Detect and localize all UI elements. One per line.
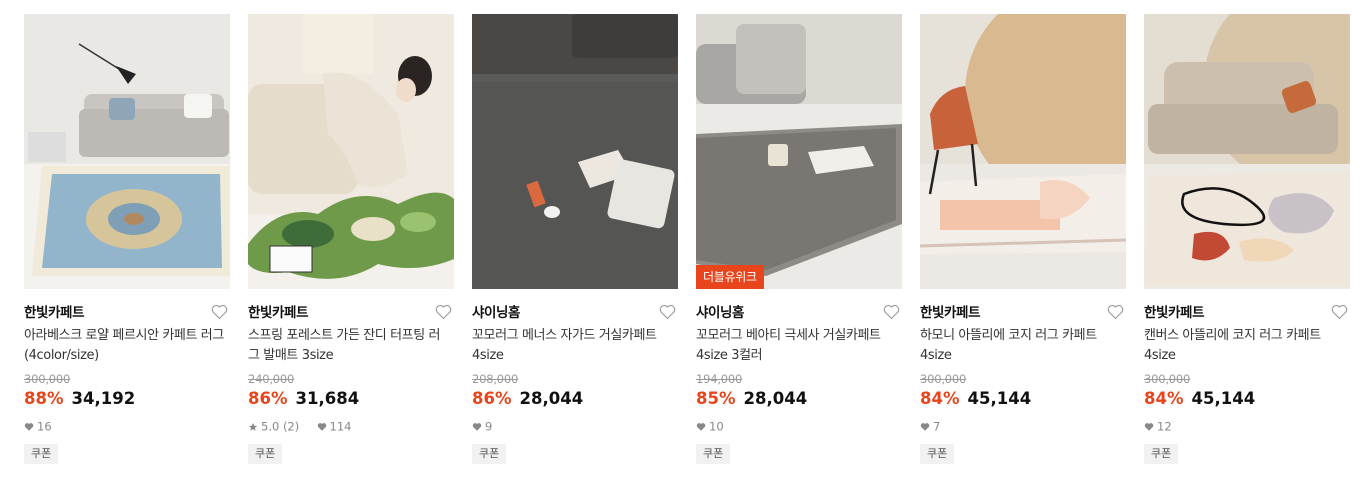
original-price: 194,000 (696, 372, 743, 386)
brand-row: 한빛카페트 (24, 302, 230, 324)
like-count: 12 (1157, 419, 1172, 434)
product-image[interactable] (24, 14, 230, 289)
product-card[interactable]: 더블유위크 샤이닝홈 꼬모러그 베아티 극세사 거실카페트 4size 3컬러 … (696, 14, 902, 484)
sale-price: 28,044 (519, 389, 584, 408)
heart-icon[interactable] (1107, 304, 1124, 320)
heart-filled-icon (696, 422, 706, 431)
original-price: 300,000 (920, 372, 967, 386)
meta-row: 9 (472, 419, 492, 434)
product-card[interactable]: 한빛카페트 하모니 아뜰리에 코지 러그 카페트 4size 300,000 8… (920, 14, 1126, 484)
original-price: 300,000 (24, 372, 71, 386)
discount-rate: 85% (696, 389, 736, 408)
sale-price: 45,144 (1191, 389, 1256, 408)
meta-row: 16 (24, 419, 52, 434)
brand-row: 한빛카페트 (248, 302, 454, 324)
price-row: 88% 34,192 (24, 388, 135, 410)
heart-icon[interactable] (211, 304, 228, 320)
product-title[interactable]: 꼬모러그 메너스 자가드 거실카페트 4size (472, 326, 672, 366)
coupon-tag: 쿠폰 (24, 444, 59, 464)
product-title[interactable]: 꼬모러그 베아티 극세사 거실카페트 4size 3컬러 (696, 326, 896, 366)
coupon-tag: 쿠폰 (920, 444, 955, 464)
brand-name[interactable]: 샤이닝홈 (472, 305, 520, 321)
heart-filled-icon (1144, 422, 1154, 431)
coupon-tag: 쿠폰 (248, 444, 283, 464)
sale-price: 34,192 (71, 389, 136, 408)
meta-row: 5.0 (2) 114 (248, 419, 352, 434)
product-card[interactable]: 한빛카페트 아라베스크 로얄 페르시안 카페트 러그 (4color/size)… (24, 14, 230, 484)
product-card[interactable]: 샤이닝홈 꼬모러그 메너스 자가드 거실카페트 4size 208,000 86… (472, 14, 678, 484)
meta-row: 10 (696, 419, 724, 434)
sale-price: 31,684 (295, 389, 360, 408)
meta-row: 12 (1144, 419, 1172, 434)
heart-icon[interactable] (659, 304, 676, 320)
product-title[interactable]: 스프링 포레스트 가든 잔디 터프팅 러그 발매트 3size (248, 326, 448, 366)
star-icon (248, 422, 258, 431)
discount-rate: 84% (1144, 389, 1184, 408)
heart-icon[interactable] (435, 304, 452, 320)
product-title[interactable]: 아라베스크 로얄 페르시안 카페트 러그 (4color/size) (24, 326, 224, 366)
promo-badge: 더블유위크 (696, 265, 764, 289)
discount-rate: 84% (920, 389, 960, 408)
heart-filled-icon (317, 422, 326, 431)
heart-icon[interactable] (883, 304, 900, 320)
like-count: 9 (485, 419, 493, 434)
heart-icon[interactable] (1331, 304, 1348, 320)
coupon-tag: 쿠폰 (1144, 444, 1179, 464)
pastel-rug-photo (920, 14, 1126, 289)
heart-filled-icon (24, 422, 34, 431)
price-row: 84% 45,144 (920, 388, 1031, 410)
heart-filled-icon (472, 422, 482, 431)
brand-row: 한빛카페트 (1144, 302, 1350, 324)
brand-name[interactable]: 한빛카페트 (24, 305, 85, 321)
canvas-rug-photo (1144, 14, 1350, 289)
original-price: 300,000 (1144, 372, 1191, 386)
brand-name[interactable]: 한빛카페트 (1144, 305, 1205, 321)
gray-rug-photo (472, 14, 678, 289)
garden-rug-photo (248, 14, 454, 289)
brand-row: 샤이닝홈 (696, 302, 902, 324)
product-image[interactable] (248, 14, 454, 289)
heart-filled-icon (920, 422, 930, 431)
product-image[interactable] (920, 14, 1126, 289)
price-row: 85% 28,044 (696, 388, 807, 410)
like-count: 114 (329, 419, 352, 434)
coupon-tag: 쿠폰 (472, 444, 507, 464)
product-image[interactable]: 더블유위크 (696, 14, 902, 289)
discount-rate: 86% (472, 389, 512, 408)
product-image[interactable] (472, 14, 678, 289)
brand-name[interactable]: 한빛카페트 (920, 305, 981, 321)
brand-name[interactable]: 한빛카페트 (248, 305, 309, 321)
original-price: 208,000 (472, 372, 519, 386)
sale-price: 45,144 (967, 389, 1032, 408)
brand-name[interactable]: 샤이닝홈 (696, 305, 744, 321)
discount-rate: 86% (248, 389, 288, 408)
woven-rug-photo (696, 14, 902, 289)
like-count: 7 (933, 419, 941, 434)
product-card[interactable]: 한빛카페트 캔버스 아뜰리에 코지 러그 카페트 4size 300,000 8… (1144, 14, 1350, 484)
coupon-tag: 쿠폰 (696, 444, 731, 464)
discount-rate: 88% (24, 389, 64, 408)
like-count: 10 (709, 419, 724, 434)
product-title[interactable]: 하모니 아뜰리에 코지 러그 카페트 4size (920, 326, 1120, 366)
price-row: 84% 45,144 (1144, 388, 1255, 410)
sale-price: 28,044 (743, 389, 808, 408)
brand-row: 한빛카페트 (920, 302, 1126, 324)
product-image[interactable] (1144, 14, 1350, 289)
persian-rug-photo (24, 14, 230, 289)
price-row: 86% 31,684 (248, 388, 359, 410)
meta-row: 7 (920, 419, 940, 434)
product-card[interactable]: 한빛카페트 스프링 포레스트 가든 잔디 터프팅 러그 발매트 3size 24… (248, 14, 454, 484)
rating-text: 5.0 (2) (261, 419, 300, 434)
product-title[interactable]: 캔버스 아뜰리에 코지 러그 카페트 4size (1144, 326, 1344, 366)
original-price: 240,000 (248, 372, 295, 386)
like-count: 16 (37, 419, 52, 434)
product-grid: 한빛카페트 아라베스크 로얄 페르시안 카페트 러그 (4color/size)… (0, 0, 1367, 494)
brand-row: 샤이닝홈 (472, 302, 678, 324)
price-row: 86% 28,044 (472, 388, 583, 410)
